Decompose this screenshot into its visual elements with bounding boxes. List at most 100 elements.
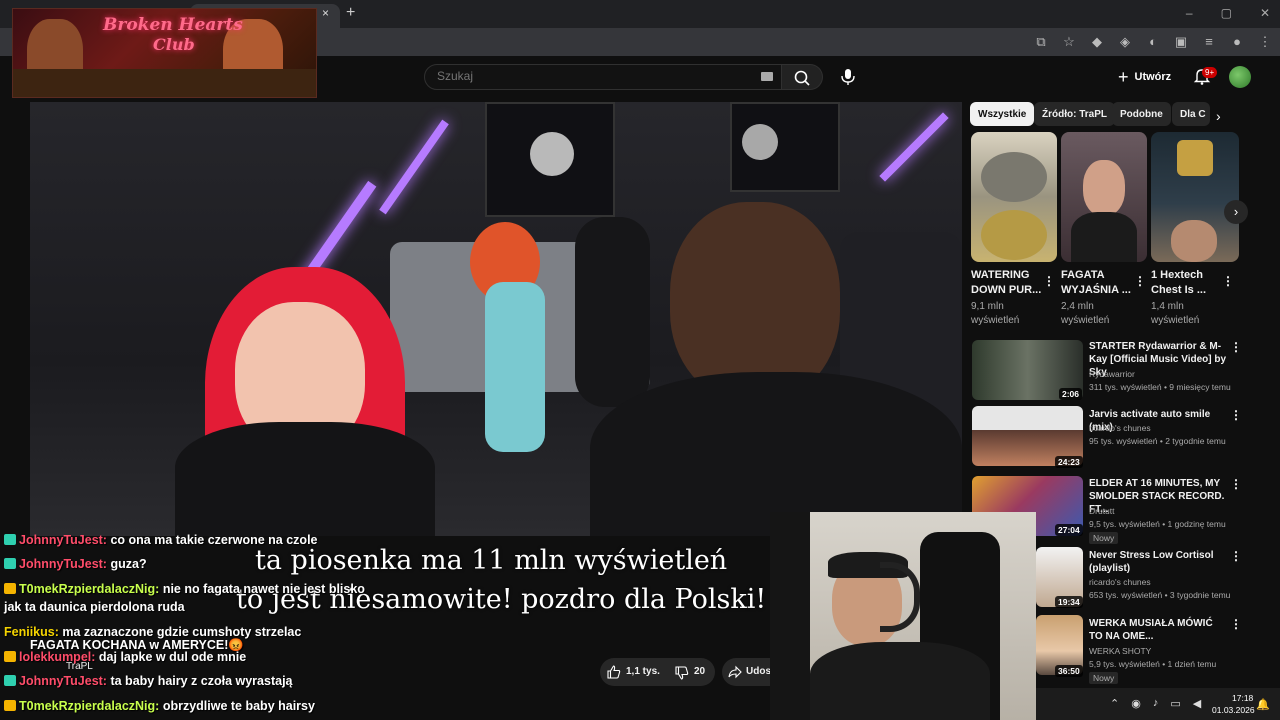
thumbnail-chest (1177, 140, 1213, 176)
extension-icon[interactable]: ◈ (1118, 34, 1132, 50)
wall-record-disc (530, 132, 574, 176)
discord-icon[interactable]: ◉ (1131, 697, 1141, 710)
video-channel[interactable]: WERKA SHOTY (1089, 646, 1151, 656)
chat-badge-icon (4, 534, 16, 545)
shorts-next-button[interactable]: › (1224, 200, 1248, 224)
video-channel[interactable]: ricardo's chunes (1089, 423, 1151, 433)
chat-username: Feniikus: (4, 625, 59, 639)
logo-subtitle: Club (153, 35, 195, 54)
video-duration: 27:04 (1055, 524, 1083, 536)
chip-related[interactable]: Podobne (1112, 102, 1171, 126)
video-meta: 95 tys. wyświetleń • 2 tygodnie temu (1089, 436, 1226, 446)
chat-text: obrzydliwe te baby hairsy (162, 699, 315, 713)
person-background (575, 217, 650, 407)
chat-text: jak ta daunica pierdolona ruda (4, 600, 185, 614)
short-views: 9,1 mln wyświetleń (971, 301, 1020, 326)
notification-center-icon[interactable]: 🔔 (1256, 698, 1270, 711)
plus-icon: + (1118, 66, 1129, 87)
chat-username: T0mekRzpierdalaczNig: (19, 699, 160, 713)
video-channel[interactable]: Rydawarrior (1089, 369, 1135, 379)
stream-chat-overlay: JohnnyTuJest: co ona ma takie czerwone n… (0, 530, 770, 720)
logo-title: Broken Hearts (103, 15, 243, 35)
person-outfit (175, 422, 435, 536)
chat-text: nie no fagata nawet nie jest blisko (162, 582, 365, 596)
video-meta: 5,9 tys. wyświetleń • 1 dzień temu (1089, 659, 1217, 669)
chip-for-you[interactable]: Dla C (1172, 102, 1210, 126)
video-title[interactable]: WERKA MUSIAŁA MÓWIĆ TO NA OME... (1089, 617, 1229, 643)
more-options-icon[interactable]: ⋮ (1230, 477, 1242, 491)
create-button[interactable]: + Utwórz (1118, 66, 1171, 88)
chat-username: JohnnyTuJest: (19, 674, 107, 688)
bookmark-star-icon[interactable]: ☆ (1062, 34, 1076, 50)
short-title[interactable]: 1 Hextech Chest Is ... (1151, 268, 1223, 298)
chat-text: guza? (110, 557, 147, 571)
browser-extensions: ⧉ ☆ ◆ ◈ ◐ ▣ ≡ ● ⋮ (1034, 34, 1272, 50)
volume-icon[interactable]: ◀ (1193, 697, 1201, 710)
search-box[interactable] (424, 64, 782, 90)
webcam-shirt (810, 642, 990, 720)
stream-logo-overlay: Broken Hearts Club (12, 8, 317, 98)
extension-icon[interactable]: ◐ (1146, 34, 1160, 50)
person-background (485, 282, 545, 452)
chat-message: T0mekRzpierdalaczNig: obrzydliwe te baby… (4, 699, 315, 713)
more-options-icon[interactable]: ⋮ (1230, 549, 1242, 563)
video-player[interactable] (30, 102, 962, 536)
search-input[interactable] (437, 69, 737, 83)
microphone-icon[interactable]: ♪ (1153, 697, 1159, 710)
short-views: 1,4 mln wyświetleń (1151, 301, 1200, 326)
chat-message: JohnnyTuJest: co ona ma takie czerwone n… (4, 533, 318, 547)
more-options-icon[interactable]: ⋮ (1134, 274, 1146, 288)
chat-username: T0mekRzpierdalaczNig: (19, 582, 160, 596)
search-button[interactable] (782, 64, 823, 90)
clock-time[interactable]: 17:18 (1232, 693, 1253, 703)
chevron-right-icon[interactable]: › (1216, 108, 1221, 124)
chat-text: co ona ma takie czerwone na czole (110, 533, 318, 547)
chat-text: ma zaznaczone gdzie cumshoty strzelac (62, 625, 302, 639)
chip-all[interactable]: Wszystkie (970, 102, 1035, 126)
chat-badge-icon (4, 675, 16, 686)
close-window-button[interactable]: ✕ (1260, 6, 1270, 20)
video-duration: 19:34 (1055, 596, 1083, 608)
chat-text: daj lapke w dul ode mnie (98, 650, 247, 664)
chat-message: JohnnyTuJest: guza? (4, 557, 147, 571)
short-title[interactable]: FAGATA WYJAŚNIA ... (1061, 268, 1133, 298)
short-thumbnail[interactable] (1151, 132, 1239, 262)
reading-list-icon[interactable]: ≡ (1202, 34, 1216, 50)
extension-icon[interactable]: ◆ (1090, 34, 1104, 50)
chat-username: JohnnyTuJest: (19, 557, 107, 571)
cast-icon[interactable]: ⧉ (1034, 34, 1048, 50)
crown-badge-icon (4, 583, 16, 594)
short-title[interactable]: WATERING DOWN PUR... (971, 268, 1043, 298)
puzzle-icon[interactable]: ▣ (1174, 34, 1188, 50)
short-thumbnail[interactable] (1061, 132, 1147, 262)
browser-menu-icon[interactable]: ⋮ (1258, 34, 1272, 50)
wall-record-disc (742, 124, 778, 160)
more-options-icon[interactable]: ⋮ (1230, 617, 1242, 631)
voice-search-button[interactable] (836, 64, 860, 90)
chevron-up-icon[interactable]: ⌃ (1110, 697, 1119, 710)
short-thumbnail[interactable] (971, 132, 1057, 262)
video-channel[interactable]: ricardo's chunes (1089, 577, 1151, 587)
chip-source[interactable]: Źródło: TraPL (1034, 102, 1115, 126)
minimize-button[interactable]: – (1186, 6, 1193, 20)
tab-close-icon[interactable]: × (322, 6, 329, 20)
keyboard-icon[interactable] (761, 72, 773, 81)
logo-bar-counter (13, 69, 316, 97)
chat-message: T0mekRzpierdalaczNig: nie no fagata nawe… (4, 582, 365, 596)
more-options-icon[interactable]: ⋮ (1043, 274, 1055, 288)
account-avatar[interactable] (1229, 66, 1251, 88)
more-options-icon[interactable]: ⋮ (1230, 340, 1242, 354)
clock-date[interactable]: 01.03.2026 (1212, 705, 1255, 715)
maximize-button[interactable]: ▢ (1221, 6, 1232, 20)
video-channel[interactable]: Drututt (1089, 506, 1115, 516)
more-options-icon[interactable]: ⋮ (1222, 274, 1234, 288)
new-tab-button[interactable]: + (346, 4, 355, 22)
chat-username: lolekkumpel: (19, 650, 96, 664)
profile-icon[interactable]: ● (1230, 34, 1244, 50)
crown-badge-icon (4, 651, 16, 662)
more-options-icon[interactable]: ⋮ (1230, 408, 1242, 422)
chat-username: JohnnyTuJest: (19, 533, 107, 547)
video-title[interactable]: Never Stress Low Cortisol (playlist) (1089, 549, 1229, 575)
video-meta: 9,5 tys. wyświetleń • 1 godzinę temu (1089, 519, 1226, 529)
network-icon[interactable]: ▭ (1170, 697, 1180, 710)
